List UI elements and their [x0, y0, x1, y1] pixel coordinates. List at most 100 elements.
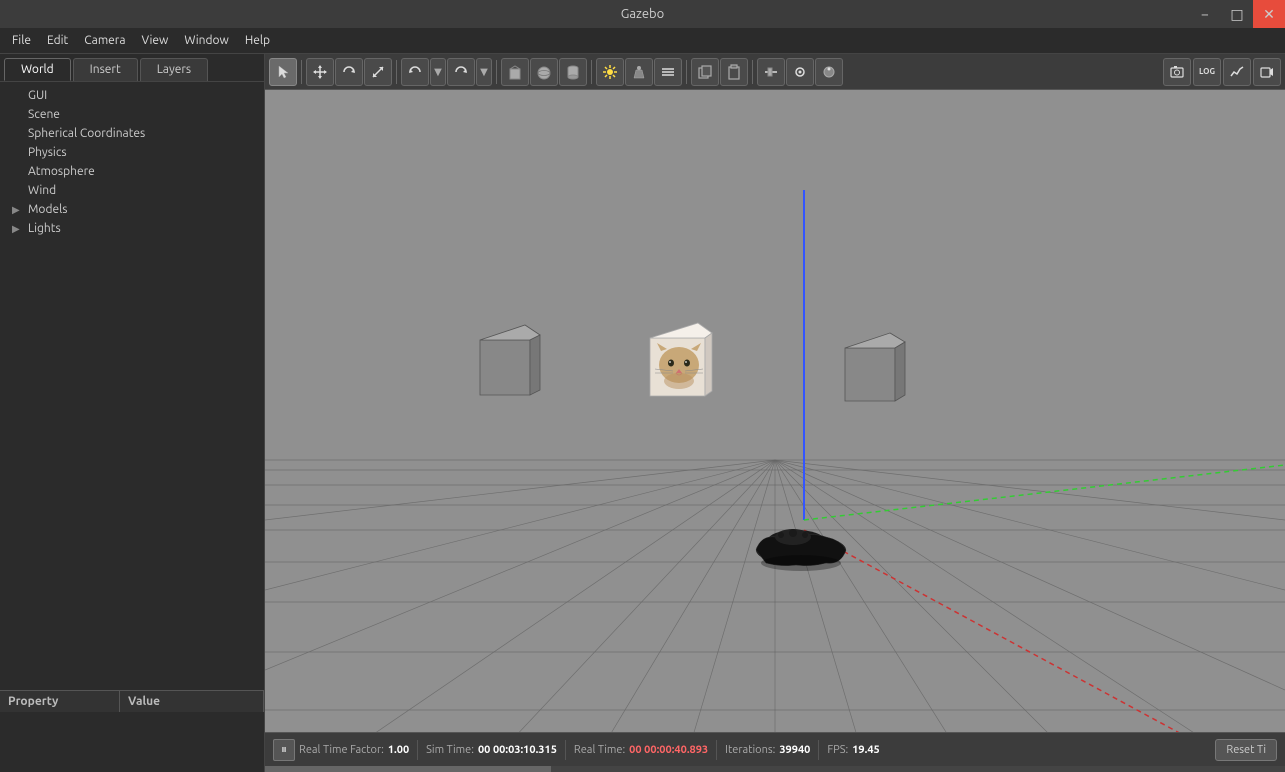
sun-icon	[602, 64, 618, 80]
pause-button[interactable]: ⏸	[273, 739, 295, 761]
plot-icon	[1229, 64, 1245, 80]
tab-layers[interactable]: Layers	[140, 58, 208, 81]
status-separator-1	[417, 740, 418, 760]
model-icon	[821, 64, 837, 80]
minimize-button[interactable]: −	[1189, 0, 1221, 28]
object-cube-right[interactable]	[835, 328, 903, 393]
shapes-group	[501, 58, 587, 86]
tree-item-models[interactable]: ▶ Models	[0, 200, 264, 219]
object-cube-cat[interactable]	[640, 318, 715, 393]
rotate-icon	[341, 64, 357, 80]
tree-item-label: Spherical Coordinates	[28, 127, 145, 140]
real-time-value: 00 00:00:40.893	[629, 744, 708, 756]
tree-item-spherical[interactable]: Spherical Coordinates	[0, 124, 264, 143]
undo-icon	[407, 64, 423, 80]
tree-item-wind[interactable]: Wind	[0, 181, 264, 200]
object-cube-left[interactable]	[470, 320, 538, 388]
object-tank[interactable]	[741, 495, 861, 575]
redo-dropdown-button[interactable]: ▼	[476, 58, 492, 86]
properties-panel: Property Value	[0, 690, 264, 772]
fps-label: FPS:	[827, 744, 848, 756]
tree-item-physics[interactable]: Physics	[0, 143, 264, 162]
tree-item-gui[interactable]: GUI	[0, 86, 264, 105]
toolbar-right-group: LOG	[1163, 58, 1281, 86]
scale-tool-button[interactable]	[364, 58, 392, 86]
status-separator-3	[716, 740, 717, 760]
lights-group	[596, 58, 682, 86]
sun-light-button[interactable]	[596, 58, 624, 86]
viewport-grid: .grid-line { stroke: #666; stroke-width:…	[265, 90, 1285, 732]
snap-button[interactable]	[786, 58, 814, 86]
3d-viewport[interactable]: .grid-line { stroke: #666; stroke-width:…	[265, 90, 1285, 732]
tree-item-atmosphere[interactable]: Atmosphere	[0, 162, 264, 181]
box-icon	[507, 64, 523, 80]
rotate-tool-button[interactable]	[335, 58, 363, 86]
log-button[interactable]: LOG	[1193, 58, 1221, 86]
left-panel: World Insert Layers GUI Scene Spherical …	[0, 54, 265, 772]
clipboard-group	[691, 58, 748, 86]
status-separator-2	[565, 740, 566, 760]
window-title: Gazebo	[621, 7, 665, 21]
progress-bar-fill	[265, 766, 551, 772]
screenshot-button[interactable]	[1163, 58, 1191, 86]
align-button[interactable]	[757, 58, 785, 86]
iterations-value: 39940	[779, 744, 810, 756]
translate-icon	[312, 64, 328, 80]
tree-item-label: GUI	[28, 89, 47, 102]
properties-content	[0, 712, 264, 772]
sim-time-value: 00 00:03:10.315	[478, 744, 557, 756]
real-time-label: Real Time:	[574, 744, 625, 756]
property-column-header: Property	[0, 691, 120, 712]
cylinder-icon	[565, 64, 581, 80]
select-tool-button[interactable]	[269, 58, 297, 86]
tab-world[interactable]: World	[4, 58, 71, 81]
tree-item-lights[interactable]: ▶ Lights	[0, 219, 264, 238]
toolbar-sep-1	[301, 60, 302, 84]
paste-button[interactable]	[720, 58, 748, 86]
menu-camera[interactable]: Camera	[76, 32, 133, 49]
model-button[interactable]	[815, 58, 843, 86]
box-button[interactable]	[501, 58, 529, 86]
arrow-expand-icon: ▶	[12, 204, 24, 216]
reset-time-button[interactable]: Reset Ti	[1215, 739, 1277, 761]
cylinder-button[interactable]	[559, 58, 587, 86]
toolbar-sep-4	[591, 60, 592, 84]
dir-light-button[interactable]	[654, 58, 682, 86]
redo-icon	[453, 64, 469, 80]
copy-button[interactable]	[691, 58, 719, 86]
spotlight-button[interactable]	[625, 58, 653, 86]
menu-view[interactable]: View	[134, 32, 177, 49]
plot-button[interactable]	[1223, 58, 1251, 86]
tree-item-scene[interactable]: Scene	[0, 105, 264, 124]
toolbar-sep-3	[496, 60, 497, 84]
tab-bar: World Insert Layers	[0, 54, 264, 82]
iterations-label: Iterations:	[725, 744, 775, 756]
menu-window[interactable]: Window	[176, 32, 236, 49]
tab-insert[interactable]: Insert	[73, 58, 138, 81]
statusbar: ⏸ Real Time Factor: 1.00 Sim Time: 00 00…	[265, 732, 1285, 766]
toolbar-sep-5	[686, 60, 687, 84]
directional-light-icon	[660, 64, 676, 80]
sphere-button[interactable]	[530, 58, 558, 86]
status-separator-4	[818, 740, 819, 760]
video-button[interactable]	[1253, 58, 1281, 86]
tree-item-label: Wind	[28, 184, 56, 197]
right-panel: ▼ ▼	[265, 54, 1285, 772]
translate-tool-button[interactable]	[306, 58, 334, 86]
tree-panel: GUI Scene Spherical Coordinates Physics …	[0, 82, 264, 690]
menu-file[interactable]: File	[4, 32, 39, 49]
menu-help[interactable]: Help	[237, 32, 278, 49]
menu-edit[interactable]: Edit	[39, 32, 76, 49]
tank-svg	[741, 495, 861, 575]
close-button[interactable]: ✕	[1253, 0, 1285, 28]
arrow-expand-icon: ▶	[12, 223, 24, 235]
undo-dropdown-button[interactable]: ▼	[430, 58, 446, 86]
tree-item-label: Physics	[28, 146, 67, 159]
cube-right-svg	[835, 328, 915, 408]
redo-button[interactable]	[447, 58, 475, 86]
tree-item-label: Lights	[28, 222, 61, 235]
real-time-factor-label: Real Time Factor:	[299, 744, 384, 756]
undo-button[interactable]	[401, 58, 429, 86]
maximize-button[interactable]: □	[1221, 0, 1253, 28]
video-icon	[1259, 64, 1275, 80]
